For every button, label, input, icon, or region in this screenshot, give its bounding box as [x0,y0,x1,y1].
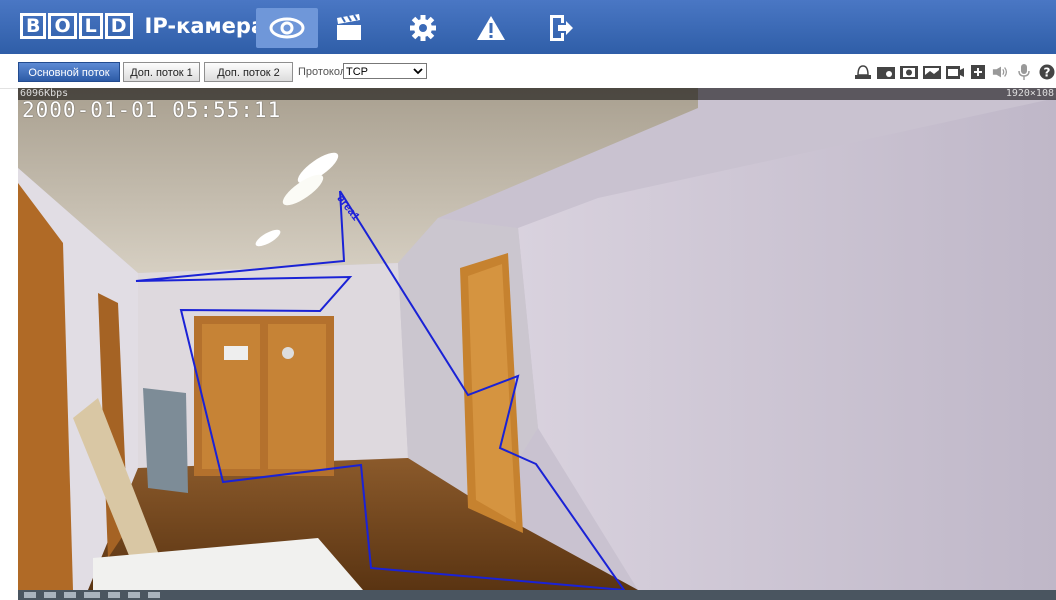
image-icon[interactable] [108,592,120,598]
sub-stream-2-button[interactable]: Доп. поток 2 [204,62,293,82]
fit-icon[interactable] [24,592,36,598]
playback-icon[interactable] [318,8,380,48]
protocol-value: TCP [346,66,368,78]
speaker-icon[interactable] [992,64,1010,80]
brand-logo: B O L D IP-камера [20,13,265,39]
audio-icon[interactable] [128,592,140,598]
settings-icon[interactable] [392,8,454,48]
app-title: IP-камера [144,14,266,38]
help-icon[interactable]: ? [1038,64,1056,80]
protocol-select[interactable]: TCP [343,63,427,79]
microphone-icon[interactable] [1015,64,1033,80]
zoom-icon[interactable] [969,64,987,80]
svg-text:?: ? [1044,66,1051,80]
alarm-icon[interactable] [460,8,522,48]
fullscreen-icon[interactable] [64,592,76,598]
ratio-100-icon[interactable] [44,592,56,598]
camera-scene [18,88,1056,590]
main-stream-button[interactable]: Основной поток [18,62,120,82]
record-icon[interactable] [900,64,918,80]
logo-letter: D [104,13,133,39]
osd-timestamp: 2000-01-01 05:55:11 [22,98,282,122]
picture-icon[interactable] [923,64,941,80]
snapshot-icon[interactable] [877,64,895,80]
sub-stream-1-button[interactable]: Доп. поток 1 [123,62,200,82]
video-record-icon[interactable] [946,64,964,80]
live-video-view[interactable]: 6096Kbps 1920×108 2000-01-01 05:55:11 ar… [18,88,1056,590]
top-navigation-bar: B O L D IP-камера [0,0,1056,54]
logout-icon[interactable] [530,8,592,48]
logo-letter: B [20,13,47,39]
video-tools: ? [849,64,1056,80]
logo-mark: B O L D [20,13,135,39]
expand-icon[interactable] [148,592,160,598]
live-view-icon[interactable] [256,8,318,48]
protocol-label: Протокол [298,66,347,78]
stream-toolbar: Основной поток Доп. поток 1 Доп. поток 2… [0,54,1056,89]
chevron-down-icon [413,63,423,84]
grid-icon[interactable] [84,592,100,598]
alarm-bell-icon[interactable] [854,64,872,80]
logo-letter: O [48,13,77,39]
logo-letter: L [78,13,103,39]
resolution-readout: 1920×108 [1005,88,1054,99]
video-bottom-controls [18,590,1056,600]
